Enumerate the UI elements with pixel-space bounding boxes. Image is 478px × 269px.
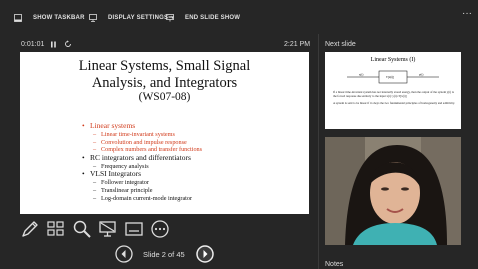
pane-divider[interactable] [318,34,319,269]
elapsed-timer: 0:01:01 [21,41,45,48]
next-slide-paragraph: A system is said to be linear if it obey… [333,100,455,105]
webcam-video [325,137,461,245]
next-slide-paragraph: If a linear time-invariant system has no… [333,90,454,98]
see-all-slides-icon[interactable] [46,219,66,239]
slide-title-line1: Linear Systems, Small Signal [78,58,251,74]
next-slide-preview[interactable]: Linear Systems (I) x(t) T[x(t)] y(t) If … [325,52,461,129]
sub-bullet-item: Linear time-invariant systems [82,131,202,139]
next-slide-title: Linear Systems (I) [370,57,416,63]
subtitles-icon[interactable] [124,219,144,239]
sub-bullet-item: Translinear principle [82,187,202,195]
next-slide-body: If a linear time-invariant system has no… [333,90,455,105]
reset-timer-icon[interactable] [64,40,72,48]
current-slide[interactable]: Linear Systems, Small Signal Analysis, a… [20,52,309,214]
diagram-input-label: x(t) [359,73,363,77]
zoom-icon[interactable] [72,219,92,239]
bullet-item: RC integrators and differentiators [82,153,202,163]
more-options-circle-icon[interactable] [150,219,170,239]
diagram-output-label: y(t) [419,73,423,77]
presenter-toolbar: SHOW TASKBAR DISPLAY SETTINGS ▾ END SLID… [0,0,478,34]
taskbar-icon [14,14,22,22]
black-screen-icon[interactable] [98,219,118,239]
diagram-block-label: T[x(t)] [386,75,394,79]
end-show-icon [166,14,174,22]
end-slide-show-label: END SLIDE SHOW [185,15,241,21]
slide-subtitle: (WS07-08) [138,91,191,103]
notes-label: Notes [325,261,344,268]
slide-title-line2: Analysis, and Integrators [91,75,238,91]
sub-bullet-item: Convolution and impulse response [82,139,202,147]
previous-slide-button[interactable] [115,245,133,263]
bullet-item: VLSI Integrators [82,170,202,179]
pen-tool-icon[interactable] [20,219,40,239]
pause-timer-icon[interactable] [50,41,57,48]
next-slide-label: Next slide [325,41,356,48]
show-taskbar-label: SHOW TASKBAR [33,15,85,21]
presenter-video-image [325,137,461,245]
slide-counter[interactable]: Slide 2 of 45 [143,250,185,259]
bullet-item: Linear systems [82,121,202,131]
display-settings-button[interactable]: DISPLAY SETTINGS ▾ [89,12,174,24]
sub-bullet-item: Follower integrator [82,179,202,187]
monitor-icon [89,14,97,22]
sub-bullet-item: Log-domain current-mode integrator [82,195,202,203]
slide-title: Linear Systems, Small Signal Analysis, a… [20,58,309,92]
current-time: 2:21 PM [284,41,311,48]
display-settings-label: DISPLAY SETTINGS [108,15,169,21]
slide-bullet-list: Linear systems Linear time-invariant sys… [82,121,202,203]
system-block-diagram: x(t) T[x(t)] y(t) [347,70,439,84]
end-slide-show-button[interactable]: END SLIDE SHOW [166,12,240,24]
show-taskbar-button[interactable]: SHOW TASKBAR [14,12,85,24]
next-slide-button[interactable] [196,245,214,263]
more-options-icon[interactable]: ··· [462,9,472,19]
